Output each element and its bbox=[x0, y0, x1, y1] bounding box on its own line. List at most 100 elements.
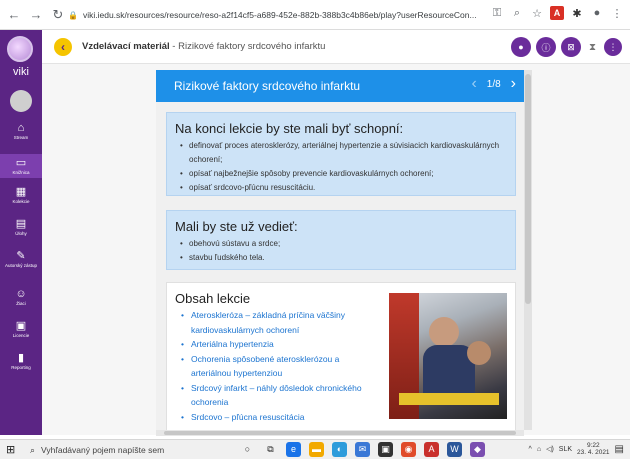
app-name: viki bbox=[13, 66, 29, 78]
header-actions: ● ⓘ ⊠ ⧗ ⋮ bbox=[510, 37, 622, 57]
sidebar-item-reporting[interactable]: ▮ Reporting bbox=[0, 352, 42, 370]
author-icon: ✎ bbox=[16, 250, 26, 262]
contents-link[interactable]: Ochorenia spôsobené aterosklerózou a art… bbox=[181, 352, 381, 381]
page-counter: 1/8 bbox=[486, 78, 501, 90]
network-icon[interactable]: ⌂ bbox=[537, 446, 541, 453]
clock[interactable]: 9:22 23. 4. 2021 bbox=[577, 442, 610, 456]
lock-icon: 🔒 bbox=[68, 10, 78, 20]
prev-page-icon[interactable]: ‹ bbox=[471, 76, 476, 92]
word-icon[interactable]: W bbox=[447, 442, 462, 457]
sidebar-item-tasks[interactable]: ▤ Úlohy bbox=[0, 218, 42, 236]
list-item: definovať proces aterosklerózy, arteriál… bbox=[180, 139, 515, 167]
star-icon[interactable]: ☆ bbox=[530, 6, 544, 20]
lesson-header: Rizikové faktory srdcového infarktu ‹ 1/… bbox=[156, 70, 524, 102]
taskbar-apps: ○ ⧉ e ▬ ◐ ✉ ▣ ◉ A W ◆ bbox=[240, 442, 485, 457]
reporting-icon: ▮ bbox=[17, 352, 25, 364]
extensions-icon[interactable]: ✱ bbox=[570, 6, 584, 20]
prerequisites-title: Mali by ste už vedieť: bbox=[175, 219, 298, 234]
browser-app-icon[interactable]: e bbox=[286, 442, 301, 457]
record-icon[interactable]: ● bbox=[510, 37, 531, 57]
lesson-title: Rizikové faktory srdcového infarktu bbox=[174, 79, 361, 93]
reload-icon[interactable]: ↻ bbox=[50, 7, 66, 23]
scrollbar-thumb[interactable] bbox=[525, 74, 531, 304]
home-icon: ⌂ bbox=[17, 122, 25, 134]
page-title: Vzdelávací materiál - Rizikové faktory s… bbox=[82, 41, 325, 52]
prerequisites-list: obehovú sústavu a srdce; stavbu ľudského… bbox=[180, 237, 515, 265]
taskbar: ⊞ ⌕ Vyhľadávaný pojem napíšte sem ○ ⧉ e … bbox=[0, 439, 630, 459]
goals-card: Na konci lekcie by ste mali byť schopní:… bbox=[166, 112, 516, 196]
sidebar-item-collections[interactable]: ▦ Kolekcie bbox=[0, 186, 42, 204]
page-title-name: - Rizikové faktory srdcového infarktu bbox=[169, 41, 326, 52]
app-header: ‹ Vzdelávací materiál - Rizikové faktory… bbox=[42, 30, 630, 64]
forward-arrow-icon[interactable]: → bbox=[28, 7, 44, 23]
collections-icon: ▦ bbox=[15, 186, 27, 198]
notifications-icon[interactable]: ▤ bbox=[615, 444, 624, 455]
prerequisites-card: Mali by ste už vedieť: obehovú sústavu a… bbox=[166, 210, 516, 270]
fullscreen-icon[interactable]: ⊠ bbox=[560, 37, 581, 57]
menu-icon[interactable]: ⋮ bbox=[610, 6, 624, 20]
page-title-type: Vzdelávací materiál bbox=[82, 41, 170, 52]
user-avatar[interactable] bbox=[10, 90, 32, 112]
sidebar-item-stream[interactable]: ⌂ Stream bbox=[0, 122, 42, 140]
back-arrow-icon[interactable]: ← bbox=[6, 7, 22, 23]
horizontal-scrollbar[interactable] bbox=[156, 430, 524, 436]
explorer-icon[interactable]: ▬ bbox=[309, 442, 324, 457]
lesson-viewer: Rizikové faktory srdcového infarktu ‹ 1/… bbox=[156, 70, 532, 430]
sidebar-item-students[interactable]: ☺ Žiaci bbox=[0, 288, 42, 306]
list-item: obehovú sústavu a srdce; bbox=[180, 237, 515, 251]
info-icon[interactable]: ⓘ bbox=[535, 37, 556, 57]
hourglass-icon: ⧗ bbox=[588, 41, 596, 53]
browser-toolbar: ← → ↻ 🔒 viki.iedu.sk/resources/resource/… bbox=[0, 0, 630, 30]
profile-icon[interactable]: ● bbox=[590, 6, 604, 20]
windows-start-icon[interactable]: ⊞ bbox=[6, 444, 18, 456]
viki-logo[interactable] bbox=[7, 36, 33, 62]
list-item: opísať najbežnejšie spôsoby prevencie ka… bbox=[180, 167, 515, 181]
pdf-extension-icon[interactable]: A bbox=[550, 6, 564, 20]
key-icon[interactable]: ⚿ bbox=[490, 6, 504, 20]
scrollbar-thumb[interactable] bbox=[164, 431, 516, 435]
chrome-icon[interactable]: ◉ bbox=[401, 442, 416, 457]
sidebar-item-author[interactable]: ✎ Autorský zástup bbox=[0, 250, 42, 268]
pdf-app-icon[interactable]: A bbox=[424, 442, 439, 457]
list-item: stavbu ľudského tela. bbox=[180, 251, 515, 265]
vertical-scrollbar[interactable] bbox=[524, 70, 532, 430]
list-item: opísať srdcovo-pľúcnu resuscitáciu. bbox=[180, 181, 515, 195]
goals-list: definovať proces aterosklerózy, arteriál… bbox=[180, 139, 515, 195]
tasks-icon: ▤ bbox=[15, 218, 27, 230]
sidebar-item-library[interactable]: ▭ Knižnica bbox=[0, 154, 42, 178]
mail-icon[interactable]: ✉ bbox=[355, 442, 370, 457]
goals-title: Na konci lekcie by ste mali byť schopní: bbox=[175, 121, 404, 136]
lesson-contents-card: Obsah lekcie Ateroskleróza – základná pr… bbox=[166, 282, 516, 430]
language-indicator[interactable]: SLK bbox=[559, 446, 572, 453]
lesson-photo bbox=[389, 293, 507, 419]
browser-actions: ⚿ ⌕ ☆ A ✱ ● ⋮ bbox=[490, 6, 624, 20]
cortana-icon[interactable]: ○ bbox=[240, 442, 255, 457]
library-icon: ▭ bbox=[15, 157, 27, 169]
license-icon: ▣ bbox=[15, 320, 27, 332]
contents-link[interactable]: Ateroskleróza – základná príčina väčšiny… bbox=[181, 308, 381, 337]
lesson-pager: ‹ 1/8 › bbox=[471, 76, 516, 92]
volume-icon[interactable]: ◁) bbox=[546, 445, 554, 453]
students-icon: ☺ bbox=[15, 288, 27, 300]
search-icon: ⌕ bbox=[30, 444, 36, 455]
back-button[interactable]: ‹ bbox=[54, 38, 72, 56]
contents-link[interactable]: Srdcovo – pľúcna resuscitácia bbox=[181, 410, 381, 425]
address-bar[interactable]: 🔒 viki.iedu.sk/resources/resource/reso-a… bbox=[68, 6, 508, 24]
search-placeholder: Vyhľadávaný pojem napíšte sem bbox=[41, 445, 165, 455]
contents-link[interactable]: Arteriálna hypertenzia bbox=[181, 337, 381, 352]
contents-link[interactable]: Srdcový infarkt – náhly dôsledok chronic… bbox=[181, 381, 381, 410]
task-view-icon[interactable]: ⧉ bbox=[263, 442, 278, 457]
app2-icon[interactable]: ◆ bbox=[470, 442, 485, 457]
zoom-icon[interactable]: ⌕ bbox=[510, 6, 524, 20]
store-icon[interactable]: ▣ bbox=[378, 442, 393, 457]
contents-list: Ateroskleróza – základná príčina väčšiny… bbox=[181, 308, 381, 425]
more-icon[interactable]: ⋮ bbox=[604, 38, 622, 56]
app-sidebar: viki ⌂ Stream ▭ Knižnica ▦ Kolekcie ▤ Úl… bbox=[0, 30, 42, 435]
taskbar-search[interactable]: ⌕ Vyhľadávaný pojem napíšte sem bbox=[30, 442, 220, 458]
next-page-icon[interactable]: › bbox=[511, 76, 516, 92]
url-text: viki.iedu.sk/resources/resource/reso-a2f… bbox=[82, 10, 477, 20]
sidebar-item-license[interactable]: ▣ Licencie bbox=[0, 320, 42, 338]
app-icon[interactable]: ◐ bbox=[332, 442, 347, 457]
chevron-up-icon[interactable]: ^ bbox=[529, 446, 532, 453]
system-tray: ^ ⌂ ◁) SLK 9:22 23. 4. 2021 ▤ bbox=[529, 442, 624, 456]
